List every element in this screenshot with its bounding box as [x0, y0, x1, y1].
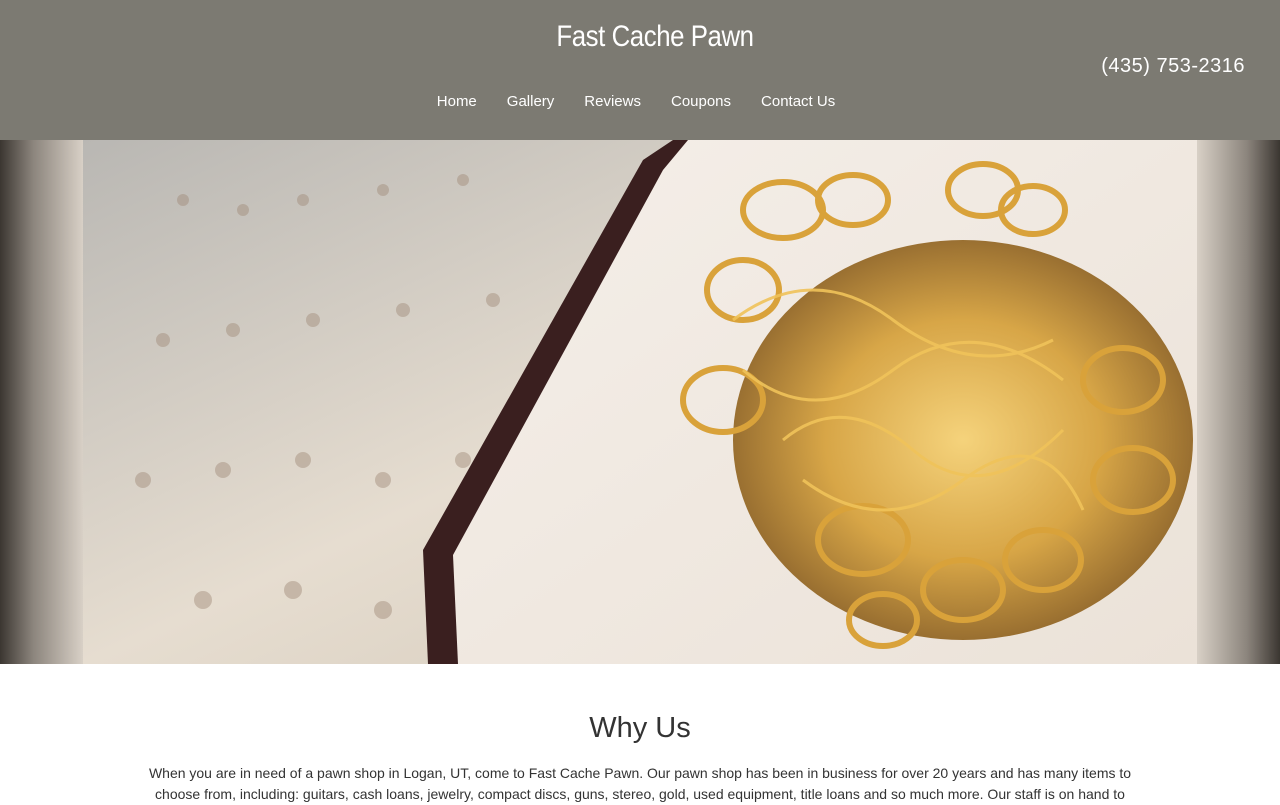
nav-home[interactable]: Home: [422, 91, 492, 113]
nav-contact-us[interactable]: Contact Us: [746, 91, 850, 113]
section-body: When you are in need of a pawn shop in L…: [148, 765, 1132, 802]
phone-number[interactable]: (435) 753-2316: [1101, 55, 1245, 78]
why-us-section: Why Us When you are in need of a pawn sh…: [0, 664, 1280, 805]
nav-coupons[interactable]: Coupons: [656, 91, 746, 113]
hero-left-vignette: [0, 140, 83, 664]
site-header: Fast Cache Pawn (435) 753-2316 Home Gall…: [0, 0, 1280, 140]
site-title[interactable]: Fast Cache Pawn: [92, 20, 1219, 54]
section-title: Why Us: [589, 712, 691, 744]
hero-right-vignette: [1197, 140, 1280, 664]
hero-banner: [0, 140, 1280, 664]
nav-gallery[interactable]: Gallery: [492, 91, 570, 113]
nav-reviews[interactable]: Reviews: [569, 91, 656, 113]
gold-jewelry-image: [83, 140, 1197, 664]
main-nav: Home Gallery Reviews Coupons Contact Us: [0, 91, 1272, 113]
hero-image: [83, 140, 1197, 664]
